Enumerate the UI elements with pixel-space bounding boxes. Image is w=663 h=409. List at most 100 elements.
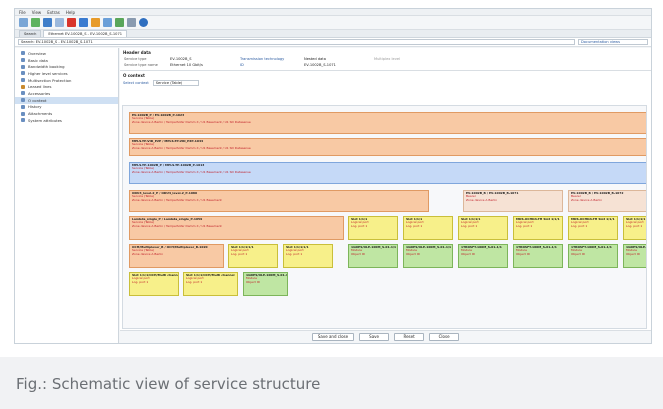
action-bar: Save and close Save Reset Close: [120, 330, 651, 343]
back-icon[interactable]: [19, 18, 28, 27]
service-node[interactable]: Slot 1/1/1/OCH/Multi channel 1 Logical po…: [129, 272, 179, 296]
toolbar: [15, 16, 651, 30]
menu-help[interactable]: Help: [66, 10, 75, 15]
sidebar-item-attachments[interactable]: Attachments: [15, 110, 118, 117]
service-node[interactable]: Slot 1/1/1 Logical port Log. port 1: [403, 216, 453, 240]
sidebar-item-basic-data[interactable]: Basic data: [15, 57, 118, 64]
context-icon: [21, 98, 25, 103]
service-node[interactable]: MDS-OCHDA-TH Slot 1/1/1 Logical port Log. …: [513, 216, 563, 240]
service-node[interactable]: EV-1002B_P / EV-1002B_P-1023 Service (Tab…: [129, 112, 646, 134]
add-icon[interactable]: [31, 18, 40, 27]
sidebar-item-label: Overview: [28, 50, 46, 56]
service-node-detail: Log. port 1: [351, 223, 368, 228]
id-label: ID: [240, 63, 244, 67]
service-node-detail: Log. port 1: [461, 223, 478, 228]
service-node[interactable]: 1TRDSFT-100M_S-01-1/1 Module Object ID: [568, 244, 618, 268]
search-row: Search: EV-1002B_S - EV-1002B_S-1071 Doc…: [15, 38, 651, 47]
service-node-detail: Log. port 1: [516, 223, 533, 228]
sidebar-item-label: Higher level services: [28, 70, 68, 76]
sidebar-item-multisection-protection[interactable]: Multisection Protection: [15, 77, 118, 84]
service-type-name-value: Ethernet 10 Gbit/s: [170, 63, 203, 67]
menu-view[interactable]: View: [32, 10, 42, 15]
context-bar: O context Select context Service (Table): [120, 70, 651, 86]
save-button[interactable]: Save: [359, 333, 390, 341]
service-node-detail: Zone device A Berlin: [132, 251, 164, 256]
service-node[interactable]: Slot 1/1/1/1 Logical port Log. port 1: [458, 216, 508, 240]
service-type-value: EV-1002B_S: [170, 57, 192, 61]
copy-icon[interactable]: [55, 18, 64, 27]
sidebar-item-label: Attachments: [28, 111, 53, 117]
sidebar-item-overview[interactable]: Overview: [15, 50, 118, 57]
service-node[interactable]: 1GDPS/OLE-100M_S-01-1/1ModuleObject ID: [348, 244, 398, 268]
sidebar-item-leased-lines[interactable]: Leased lines: [15, 83, 118, 90]
service-node[interactable]: 1GDPS/OLE-100M_S-01-1/1ModuleObject ID: [623, 244, 646, 268]
help-icon[interactable]: [139, 18, 148, 27]
view-mode-select[interactable]: Documentation views: [578, 39, 648, 45]
sidebar: Overview Basic data Bandwidth booking Hi…: [15, 48, 119, 343]
service-node[interactable]: EV-1002B_B / EV-1002B_B-1071 Bearer Zone d…: [463, 190, 563, 212]
menu-bar: File View Extras Help: [15, 9, 651, 16]
figure-caption: Fig.: Schematic view of service structur…: [16, 375, 321, 393]
sidebar-item-label: Bandwidth booking: [28, 64, 65, 70]
network-icon[interactable]: [115, 18, 124, 27]
services-icon: [21, 71, 25, 76]
basic-data-icon: [21, 58, 25, 63]
service-node[interactable]: 1GDPS/OLE-100M_S-01-1/1ModuleObject ID: [403, 244, 453, 268]
reset-button[interactable]: Reset: [394, 333, 425, 341]
service-structure-canvas[interactable]: EV-1002B_P / EV-1002B_P-1023 Service (Tab…: [122, 105, 647, 329]
service-node[interactable]: Lambda_single_P / Lambda_single_P-1059 Se…: [129, 216, 344, 240]
tab-search[interactable]: Search: [19, 30, 42, 37]
protection-icon: [21, 78, 25, 83]
tab-ethernet-service[interactable]: Ethernet EV-1002B_S - EV-1002B_S-1071: [43, 30, 128, 37]
service-node[interactable]: MPLS-TP-1002B_P / MPLS-TP-1002B_P-1013 Se…: [129, 162, 646, 184]
service-node[interactable]: MPLS-TP-VID_P2P / MPLS-TP-VID_P2P-1044 Se…: [129, 138, 646, 156]
service-node-detail: Log. port 1: [626, 223, 643, 228]
save-and-close-button[interactable]: Save and close: [311, 333, 355, 341]
sidebar-item-label: Basic data: [28, 57, 48, 63]
service-node-detail: Object ID: [351, 251, 365, 256]
context-row: Select context Service (Table): [123, 80, 648, 86]
service-node[interactable]: Slot 1/1/1/OCH/Multi channel Logical port…: [183, 272, 238, 296]
service-node[interactable]: OCH/Multiplexer_B / OCH/Multiplexer_B-10…: [129, 244, 224, 268]
save-icon[interactable]: [43, 18, 52, 27]
service-node[interactable]: 1GDPS/OLE-100M_S-01-1/1ModuleObject ID: [243, 272, 288, 296]
figure-caption-bar: Fig.: Schematic view of service structur…: [0, 357, 663, 409]
service-node[interactable]: 1TRDSFT-100M_S-01-1/1 Module Object ID: [513, 244, 563, 268]
service-node[interactable]: Slot 1/1/1/1/1 Logical port Log. port 1: [283, 244, 333, 268]
sidebar-item-o-context[interactable]: O context: [15, 96, 118, 104]
service-node-detail: Log. port 1: [406, 223, 423, 228]
service-node-detail: Zone device A Berlin / Tempelhofer Damm …: [132, 197, 222, 202]
leased-lines-icon: [21, 84, 25, 89]
sidebar-item-bandwidth-booking[interactable]: Bandwidth booking: [15, 63, 118, 70]
service-node[interactable]: Slot 1/1/1/1/1 Logical port Log. port 1: [228, 244, 278, 268]
folder-icon[interactable]: [91, 18, 100, 27]
header-data-title: Header data: [123, 50, 151, 55]
sidebar-item-history[interactable]: History: [15, 104, 118, 111]
service-node[interactable]: ODU4_level-2_P / ODU4_level-2_P-1080 Serv…: [129, 190, 429, 212]
menu-extras[interactable]: Extras: [47, 10, 60, 15]
service-node[interactable]: Slot 1/1/1/1 Logical port Log. port 1: [623, 216, 646, 240]
service-node-detail: Object ID: [461, 251, 475, 256]
service-node-detail: Log. port 1: [571, 223, 588, 228]
service-node-detail: Log. port 1: [186, 279, 203, 284]
edit-icon[interactable]: [79, 18, 88, 27]
service-node[interactable]: EV-1002B_B / EV-1002B_B-1072 Bearer Zone d…: [568, 190, 646, 212]
history-icon: [21, 104, 25, 109]
service-node-detail: Log. port 1: [132, 279, 149, 284]
sidebar-item-higher-level-services[interactable]: Higher level services: [15, 70, 118, 77]
refresh-icon[interactable]: [127, 18, 136, 27]
select-context-label: Select context: [123, 81, 149, 85]
search-input[interactable]: Search: EV-1002B_S - EV-1002B_S-1071: [18, 39, 575, 45]
close-button[interactable]: Close: [429, 333, 460, 341]
service-node[interactable]: Slot 1/1/1 Logical port Log. port 1: [348, 216, 398, 240]
service-node[interactable]: MDS-OCHDA-TH Slot 1/1/1 Logical port Log. …: [568, 216, 618, 240]
sidebar-item-accessories[interactable]: Accessories: [15, 90, 118, 97]
service-node[interactable]: 1TRDSFT-100M_S-01-1/1 Module Object ID: [458, 244, 508, 268]
sidebar-item-system-attributes[interactable]: System attributes: [15, 117, 118, 124]
menu-file[interactable]: File: [19, 10, 26, 15]
export-icon[interactable]: [103, 18, 112, 27]
service-node-detail: Log. port 1: [286, 251, 303, 256]
context-select[interactable]: Service (Table): [152, 80, 199, 86]
overview-icon: [21, 51, 25, 56]
delete-icon[interactable]: [67, 18, 76, 27]
